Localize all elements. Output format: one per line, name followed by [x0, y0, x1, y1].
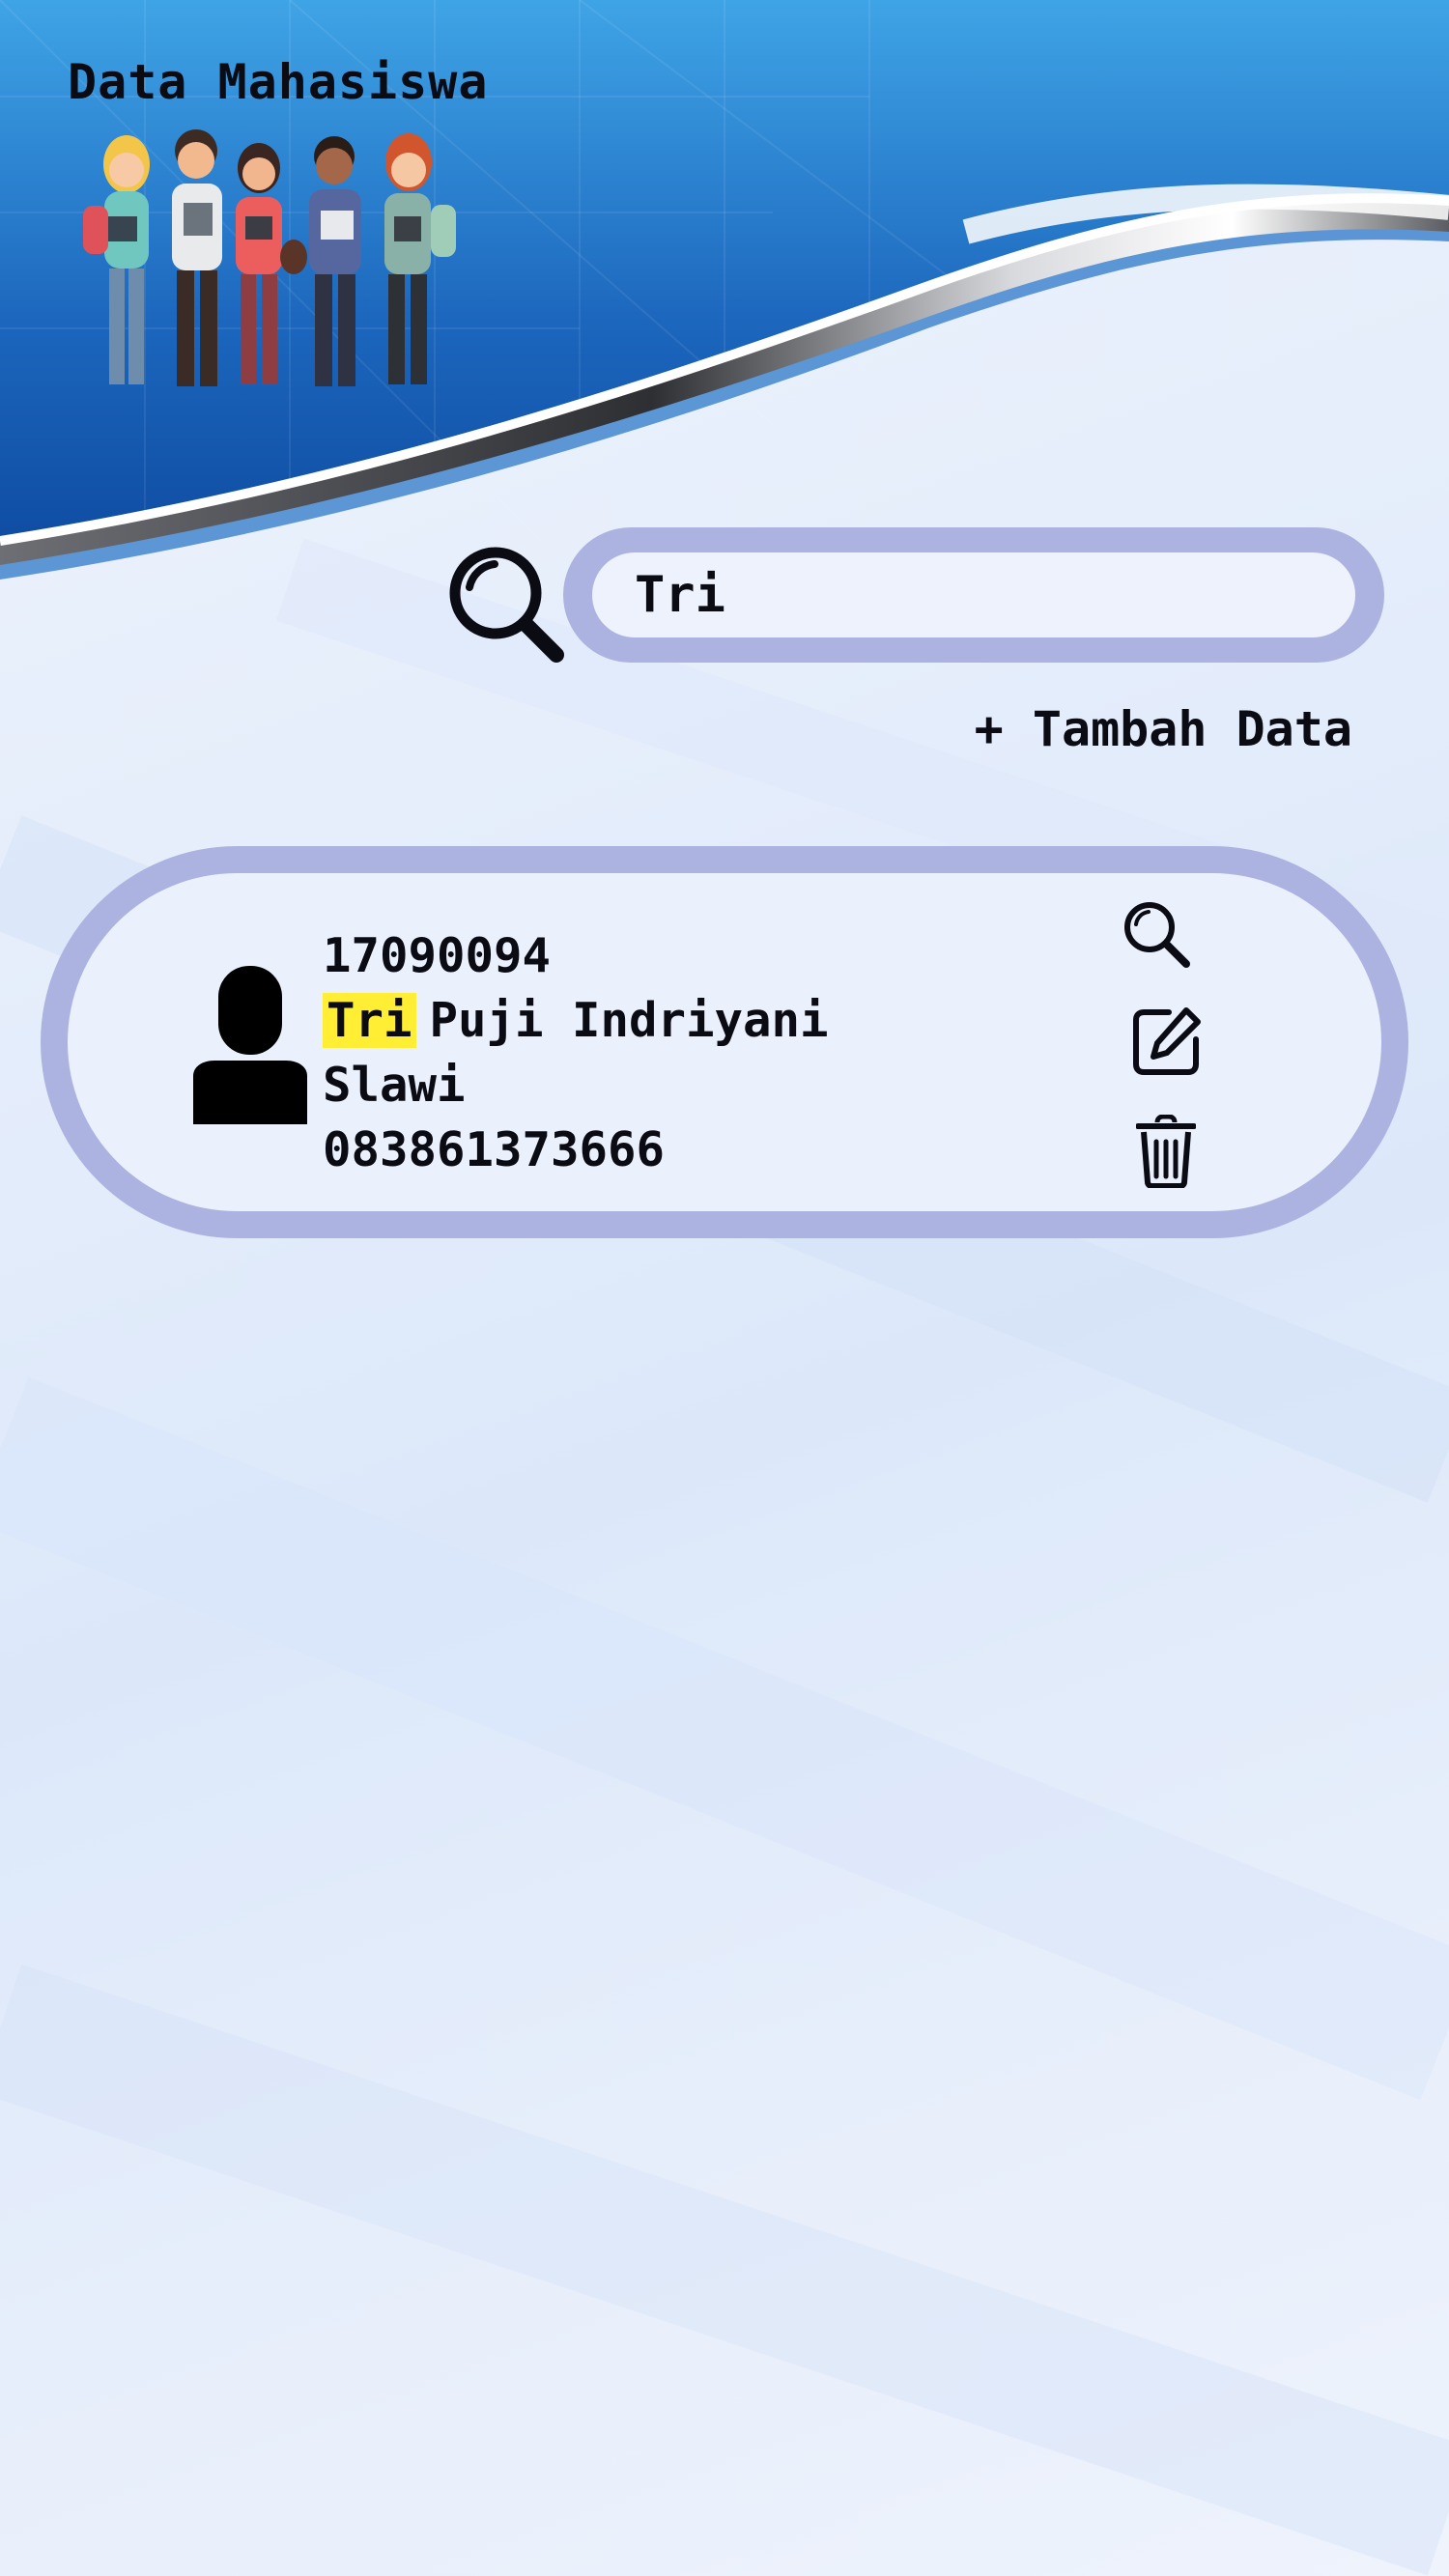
student-name: Tri Puji Indriyani	[323, 988, 829, 1053]
student-city: Slawi	[323, 1058, 466, 1113]
search-highlight: Tri	[323, 993, 416, 1048]
add-data-button[interactable]: + Tambah Data	[975, 701, 1352, 757]
student-name-rest: Puji Indriyani	[429, 993, 829, 1048]
page-title: Data Mahasiswa	[68, 54, 489, 110]
search-field-container	[592, 552, 1355, 637]
search-icon[interactable]	[442, 541, 568, 666]
student-info: 17090094 Tri Puji Indriyani Slawi 0838613…	[323, 923, 829, 1182]
students-illustration	[83, 129, 456, 386]
student-phone: 083861373666	[323, 1122, 666, 1177]
student-nim: 17090094	[323, 928, 552, 983]
trash-icon[interactable]	[1136, 1115, 1196, 1188]
search-input[interactable]	[635, 566, 1355, 624]
detail-magnifier-icon[interactable]	[1121, 898, 1192, 970]
student-card: 17090094 Tri Puji Indriyani Slawi 0838613…	[41, 846, 1408, 1238]
student-card-body: 17090094 Tri Puji Indriyani Slawi 0838613…	[68, 873, 1381, 1211]
person-avatar-icon	[193, 966, 307, 1124]
edit-icon[interactable]	[1130, 1005, 1204, 1078]
search-box	[563, 527, 1384, 663]
